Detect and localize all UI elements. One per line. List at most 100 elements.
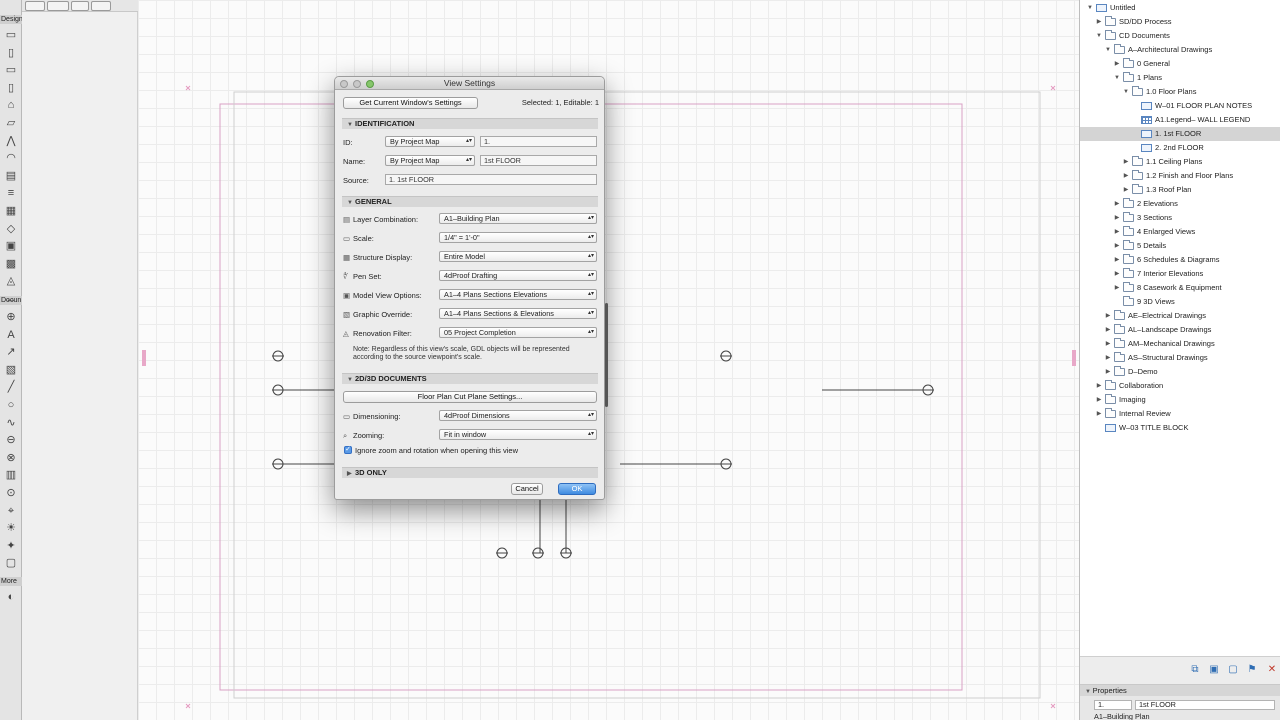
column-tool-icon[interactable]: ▯: [4, 46, 18, 60]
new-folder-icon[interactable]: ▢: [1227, 665, 1239, 676]
dialog-titlebar[interactable]: View Settings: [335, 77, 604, 90]
layer-combination-popup[interactable]: A1–Building Plan ▴▾: [439, 213, 597, 224]
morph-tool-icon[interactable]: ◇: [4, 222, 18, 236]
navigator-item[interactable]: ▼ 1 Plans: [1080, 71, 1280, 85]
dimensioning-popup[interactable]: 4dProof Dimensions ▴▾: [439, 410, 597, 421]
orbit-tool-button[interactable]: [71, 1, 89, 11]
navigator-item[interactable]: 9 3D Views: [1080, 295, 1280, 309]
new-view-icon[interactable]: ⧉: [1189, 665, 1201, 676]
ok-button[interactable]: OK: [558, 483, 596, 495]
id-mode-popup[interactable]: By Project Map ▴▾: [385, 136, 475, 147]
disclosure-right-icon[interactable]: ▶: [1104, 365, 1112, 379]
navigator-item[interactable]: ▼ 1.0 Floor Plans: [1080, 85, 1280, 99]
disclosure-down-icon[interactable]: ▼: [1086, 1, 1094, 15]
worksheet-tool-icon[interactable]: ▥: [4, 468, 18, 482]
model-view-options-popup[interactable]: A1–4 Plans Sections Elevations ▴▾: [439, 289, 597, 300]
navigator-item[interactable]: ▶ 8 Casework & Equipment: [1080, 281, 1280, 295]
disclosure-down-icon[interactable]: ▼: [1104, 43, 1112, 57]
get-current-settings-button[interactable]: Get Current Window's Settings: [343, 97, 478, 109]
navigator-item[interactable]: A1.Legend– WALL LEGEND: [1080, 113, 1280, 127]
navigator-item[interactable]: ▼ A–Architectural Drawings: [1080, 43, 1280, 57]
roof-tool-icon[interactable]: ⋀: [4, 134, 18, 148]
general-section-header[interactable]: ▼ GENERAL: [342, 196, 598, 207]
disclosure-right-icon[interactable]: ▶: [1122, 155, 1130, 169]
curtain-wall-tool-icon[interactable]: ▦: [4, 204, 18, 218]
slab-tool-icon[interactable]: ▱: [4, 116, 18, 130]
drawing-tool-icon[interactable]: ▢: [4, 556, 18, 570]
door-tool-icon[interactable]: ⌂: [4, 98, 18, 112]
disclosure-down-icon[interactable]: ▼: [1095, 29, 1103, 43]
pointer-tool-button[interactable]: [91, 1, 111, 11]
marquee-tool-button[interactable]: [47, 1, 69, 11]
properties-name-field[interactable]: 1st FLOOR: [1135, 700, 1275, 710]
disclosure-right-icon[interactable]: ▶: [1113, 225, 1121, 239]
navigator-item[interactable]: ▶ 3 Sections: [1080, 211, 1280, 225]
only-3d-section-header[interactable]: ▶ 3D ONLY: [342, 467, 598, 478]
renovation-filter-popup[interactable]: 05 Project Completion ▴▾: [439, 327, 597, 338]
figure-tool-icon[interactable]: ◐: [4, 590, 18, 604]
navigator-item[interactable]: 1. 1st FLOOR: [1080, 127, 1280, 141]
disclosure-right-icon[interactable]: ▶: [1095, 393, 1103, 407]
disclosure-down-icon[interactable]: ▼: [1122, 85, 1130, 99]
fill-tool-icon[interactable]: ▧: [4, 363, 18, 377]
navigator-item[interactable]: ▶ AL–Landscape Drawings: [1080, 323, 1280, 337]
graphic-override-popup[interactable]: A1–4 Plans Sections & Elevations ▴▾: [439, 308, 597, 319]
elevation-tool-icon[interactable]: ⊗: [4, 451, 18, 465]
navigator-item[interactable]: ▶ 1.1 Ceiling Plans: [1080, 155, 1280, 169]
disclosure-right-icon[interactable]: ▶: [1113, 197, 1121, 211]
navigator-item[interactable]: ▶ SD/DD Process: [1080, 15, 1280, 29]
navigator-item[interactable]: W–01 FLOOR PLAN NOTES: [1080, 99, 1280, 113]
scale-popup[interactable]: 1/4" = 1'-0" ▴▾: [439, 232, 597, 243]
navigator-item[interactable]: ▶ 0 General: [1080, 57, 1280, 71]
navigator-item[interactable]: ▶ Imaging: [1080, 393, 1280, 407]
disclosure-down-icon[interactable]: ▼: [1113, 71, 1121, 85]
move-view-icon[interactable]: ⚑: [1246, 665, 1258, 676]
level-tool-icon[interactable]: ⊕: [4, 310, 18, 324]
pen-set-popup[interactable]: 4dProof Drafting ▴▾: [439, 270, 597, 281]
toolbox-section-2[interactable]: More: [0, 577, 22, 586]
dialog-scrollbar[interactable]: [605, 303, 608, 407]
navigator-item[interactable]: ▼ Untitled: [1080, 1, 1280, 15]
ignore-zoom-checkbox[interactable]: ✓: [344, 446, 352, 454]
navigator-item[interactable]: ▶ 2 Elevations: [1080, 197, 1280, 211]
toolbox-section-0[interactable]: Design: [0, 15, 22, 24]
disclosure-right-icon[interactable]: ▶: [1104, 351, 1112, 365]
disclosure-right-icon[interactable]: ▶: [1095, 407, 1103, 421]
camera-tool-icon[interactable]: ⌖: [4, 504, 18, 518]
cut-plane-settings-button[interactable]: Floor Plan Cut Plane Settings...: [343, 391, 597, 403]
railing-tool-icon[interactable]: ≡: [4, 186, 18, 200]
disclosure-right-icon[interactable]: ▶: [1122, 183, 1130, 197]
disclosure-right-icon[interactable]: ▶: [1113, 211, 1121, 225]
line-tool-icon[interactable]: ╱: [4, 380, 18, 394]
navigator-item[interactable]: ▶ 6 Schedules & Diagrams: [1080, 253, 1280, 267]
disclosure-right-icon[interactable]: ▶: [1104, 309, 1112, 323]
zooming-popup[interactable]: Fit in window ▴▾: [439, 429, 597, 440]
navigator-item[interactable]: W–03 TITLE BLOCK: [1080, 421, 1280, 435]
disclosure-right-icon[interactable]: ▶: [1113, 267, 1121, 281]
navigator-item[interactable]: ▶ AM–Mechanical Drawings: [1080, 337, 1280, 351]
navigator-item[interactable]: ▶ Collaboration: [1080, 379, 1280, 393]
circle-tool-icon[interactable]: ○: [4, 398, 18, 412]
disclosure-right-icon[interactable]: ▶: [1113, 239, 1121, 253]
name-field[interactable]: 1st FLOOR: [480, 155, 597, 166]
detail-tool-icon[interactable]: ⊙: [4, 486, 18, 500]
navigator-item[interactable]: ▶ 4 Enlarged Views: [1080, 225, 1280, 239]
stair-tool-icon[interactable]: ▤: [4, 169, 18, 183]
properties-header[interactable]: ▼ Properties: [1080, 685, 1280, 696]
disclosure-right-icon[interactable]: ▶: [1113, 281, 1121, 295]
drawing-canvas[interactable]: [138, 0, 1080, 720]
navigator-item[interactable]: ▶ 7 Interior Elevations: [1080, 267, 1280, 281]
structure-display-popup[interactable]: Entire Model ▴▾: [439, 251, 597, 262]
navigator-item[interactable]: ▶ Internal Review: [1080, 407, 1280, 421]
disclosure-right-icon[interactable]: ▶: [1122, 169, 1130, 183]
identification-section-header[interactable]: ▼ IDENTIFICATION: [342, 118, 598, 129]
dimension-tool-icon[interactable]: ↔: [4, 292, 18, 306]
disclosure-right-icon[interactable]: ▶: [1104, 337, 1112, 351]
clone-folder-icon[interactable]: ▣: [1208, 665, 1220, 676]
spline-tool-icon[interactable]: ∿: [4, 416, 18, 430]
arrow-tool-button[interactable]: [25, 1, 45, 11]
id-field[interactable]: 1.: [480, 136, 597, 147]
properties-id-field[interactable]: 1.: [1094, 700, 1132, 710]
navigator-item[interactable]: ▶ AS–Structural Drawings: [1080, 351, 1280, 365]
navigator-item[interactable]: ▶ 5 Details: [1080, 239, 1280, 253]
